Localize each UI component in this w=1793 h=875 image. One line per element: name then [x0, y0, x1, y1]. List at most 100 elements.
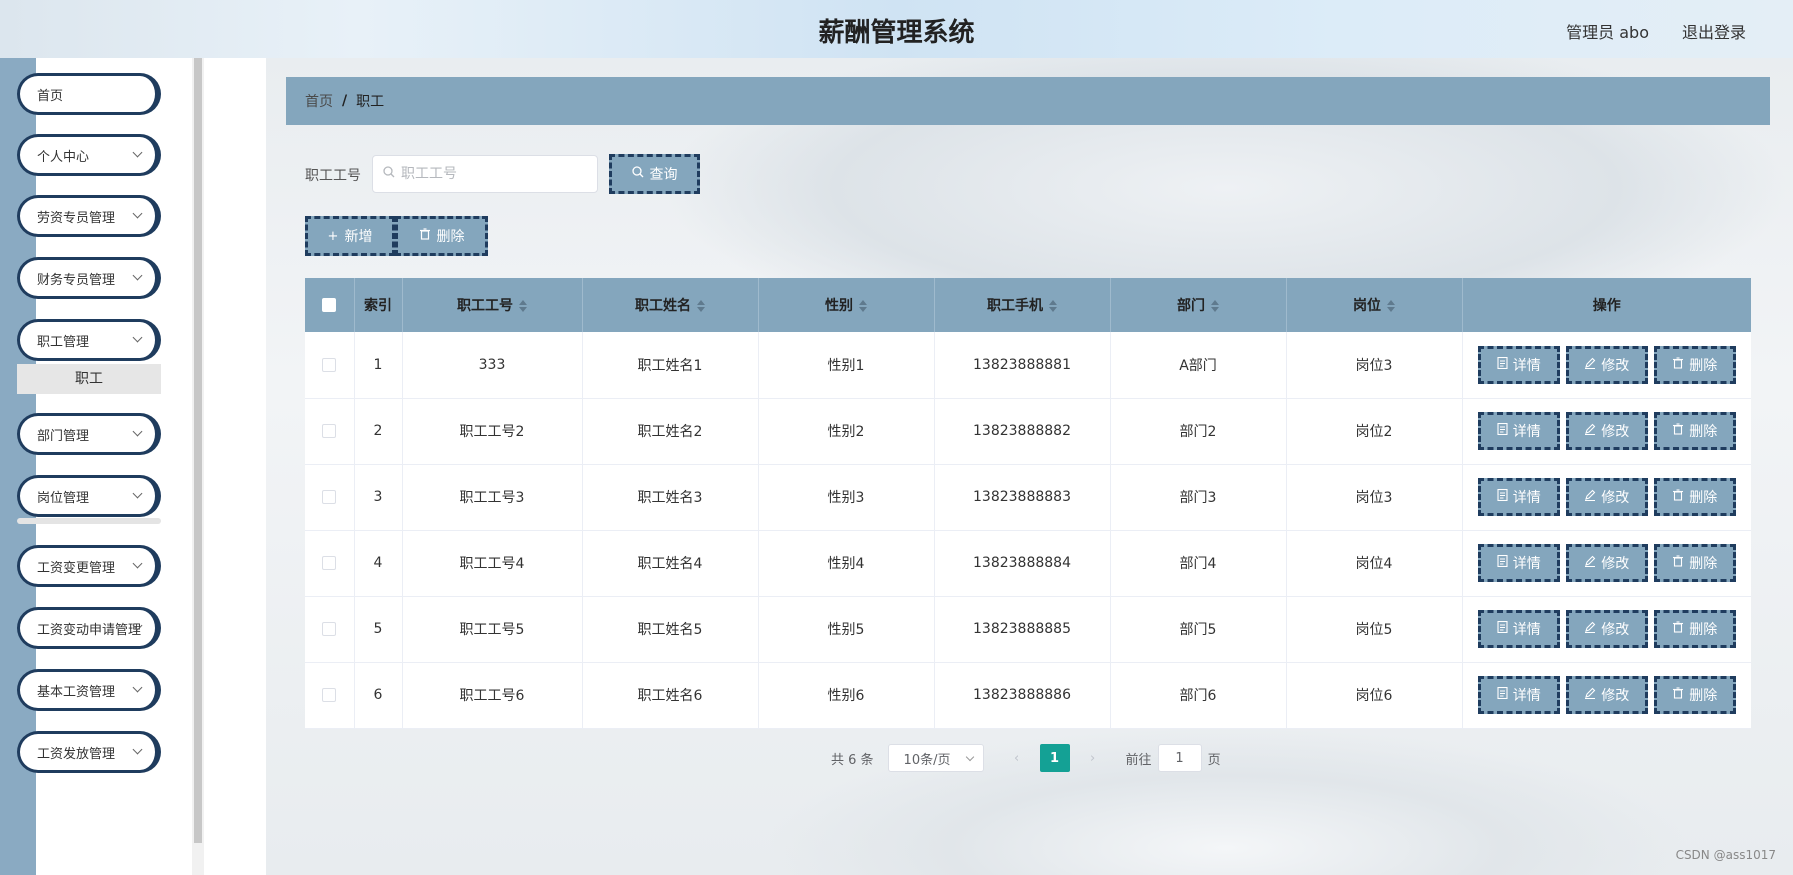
- edit-icon: [1584, 555, 1596, 571]
- detail-button[interactable]: 详情: [1477, 345, 1560, 384]
- detail-button[interactable]: 详情: [1477, 478, 1560, 516]
- sidebar-item-label: 基本工资管理: [37, 684, 116, 700]
- table-cell: 岗位5: [1286, 596, 1463, 663]
- row-actions-cell: 详情 修改 删除: [1462, 398, 1751, 465]
- page-suffix: 页: [1207, 752, 1221, 768]
- detail-button-label: 详情: [1512, 622, 1541, 638]
- sidebar-item-personal-center[interactable]: 个人中心: [17, 134, 161, 176]
- delete-button[interactable]: 删除: [1653, 610, 1736, 648]
- column-header-label: 职工姓名: [635, 298, 691, 314]
- table-cell: 3: [354, 464, 403, 531]
- delete-button[interactable]: 删除: [1653, 676, 1736, 714]
- sidebar-item-home[interactable]: 首页: [17, 73, 161, 115]
- table-cell: 岗位3: [1286, 464, 1463, 531]
- detail-button[interactable]: 详情: [1477, 544, 1560, 582]
- sidebar-item-labor-specialist[interactable]: 劳资专员管理: [17, 195, 161, 237]
- document-icon: [1497, 554, 1508, 571]
- sort-icon[interactable]: [1387, 300, 1395, 312]
- edit-icon: [1584, 423, 1596, 439]
- table-cell: 性别3: [758, 464, 935, 531]
- chevron-down-icon: [132, 488, 143, 499]
- column-header[interactable]: 职工工号: [402, 278, 583, 332]
- sidebar-item-label: 部门管理: [37, 428, 90, 444]
- table-cell: 职工姓名4: [582, 530, 759, 597]
- table-cell: 1: [354, 332, 403, 399]
- batch-delete-button[interactable]: 删除: [395, 216, 488, 256]
- delete-button[interactable]: 删除: [1653, 345, 1736, 384]
- sidebar-item-department[interactable]: 部门管理: [17, 413, 161, 455]
- breadcrumb-current: 职工: [356, 94, 385, 110]
- delete-button[interactable]: 删除: [1653, 544, 1736, 582]
- sort-icon[interactable]: [519, 300, 527, 312]
- cell-value: 岗位6: [1355, 688, 1393, 704]
- edit-button[interactable]: 修改: [1565, 676, 1648, 714]
- row-checkbox[interactable]: [322, 622, 337, 636]
- search-icon: [383, 166, 395, 182]
- table-row: 1 333 职工姓名1 性别1 13823888881 A部门 岗位3 详情 修改 删除: [305, 332, 1751, 399]
- column-header-label: 性别: [825, 298, 853, 314]
- sidebar-item-salary-change[interactable]: 工资变更管理: [17, 545, 161, 587]
- chevron-down-icon: [965, 752, 974, 762]
- edit-button[interactable]: 修改: [1565, 610, 1648, 648]
- edit-icon: [1584, 687, 1596, 703]
- sidebar-item-finance-specialist[interactable]: 财务专员管理: [17, 257, 161, 299]
- edit-button[interactable]: 修改: [1565, 412, 1648, 450]
- detail-button-label: 详情: [1512, 357, 1541, 374]
- search-button[interactable]: 查询: [609, 154, 700, 194]
- cell-value: 岗位5: [1355, 622, 1393, 638]
- sidebar-item-employee[interactable]: 职工管理: [17, 319, 161, 361]
- column-header[interactable]: 岗位: [1286, 278, 1463, 332]
- edit-button[interactable]: 修改: [1565, 544, 1648, 582]
- sidebar-scrollbar[interactable]: [192, 58, 204, 875]
- table-cell: 职工工号6: [402, 662, 583, 729]
- next-page-button[interactable]: ›: [1078, 744, 1108, 772]
- delete-button-label: 删除: [1689, 490, 1718, 506]
- edit-button[interactable]: 修改: [1565, 345, 1648, 384]
- column-header[interactable]: 职工姓名: [582, 278, 759, 332]
- cell-value: 2: [373, 423, 383, 439]
- search-label: 职工工号: [305, 168, 361, 184]
- column-header[interactable]: 职工手机: [934, 278, 1111, 332]
- detail-button[interactable]: 详情: [1477, 412, 1560, 450]
- detail-button[interactable]: 详情: [1477, 676, 1560, 714]
- goto-page-input[interactable]: [1157, 744, 1202, 772]
- table-cell: 职工姓名5: [582, 596, 759, 663]
- sidebar-item-base-salary[interactable]: 基本工资管理: [17, 669, 161, 711]
- row-checkbox[interactable]: [322, 688, 337, 702]
- cell-value: 岗位4: [1355, 556, 1393, 572]
- column-header[interactable]: 性别: [758, 278, 935, 332]
- search-input-wrapper[interactable]: [372, 155, 598, 193]
- edit-button[interactable]: 修改: [1565, 478, 1648, 516]
- sidebar-item-label: 首页: [37, 88, 64, 104]
- row-checkbox[interactable]: [322, 357, 337, 372]
- row-checkbox[interactable]: [322, 490, 337, 504]
- sort-icon[interactable]: [1049, 300, 1057, 312]
- table-cell: 6: [354, 662, 403, 729]
- detail-button[interactable]: 详情: [1477, 610, 1560, 648]
- trash-icon: [1672, 489, 1684, 505]
- logout-link[interactable]: 退出登录: [1682, 19, 1746, 43]
- column-header[interactable]: 部门: [1110, 278, 1287, 332]
- page-size-select[interactable]: 10条/页: [887, 744, 984, 772]
- sort-icon[interactable]: [697, 300, 705, 312]
- page-number-button[interactable]: 1: [1039, 744, 1070, 772]
- delete-button[interactable]: 删除: [1653, 478, 1736, 516]
- select-all-checkbox[interactable]: [322, 298, 337, 312]
- sidebar-item-salary-change-request[interactable]: 工资变动申请管理: [17, 607, 161, 649]
- add-button[interactable]: + 新增: [305, 216, 395, 256]
- sidebar-item-position[interactable]: 岗位管理: [17, 475, 161, 517]
- delete-button[interactable]: 删除: [1653, 412, 1736, 450]
- sort-icon[interactable]: [859, 300, 867, 312]
- sort-icon[interactable]: [1211, 300, 1219, 312]
- prev-page-button[interactable]: ‹: [1002, 744, 1032, 772]
- sidebar-item-salary-payment[interactable]: 工资发放管理: [17, 731, 161, 773]
- row-actions-cell: 详情 修改 删除: [1462, 662, 1751, 729]
- row-checkbox[interactable]: [322, 424, 337, 438]
- sidebar-scrollbar-thumb[interactable]: [194, 58, 202, 843]
- chevron-left-icon: ‹: [1013, 750, 1020, 766]
- sidebar-subitem-employee[interactable]: 职工: [17, 364, 161, 394]
- breadcrumb-home[interactable]: 首页: [305, 91, 333, 111]
- row-checkbox[interactable]: [322, 556, 337, 570]
- search-input[interactable]: [401, 166, 581, 182]
- cell-value: 13823888885: [973, 621, 1071, 637]
